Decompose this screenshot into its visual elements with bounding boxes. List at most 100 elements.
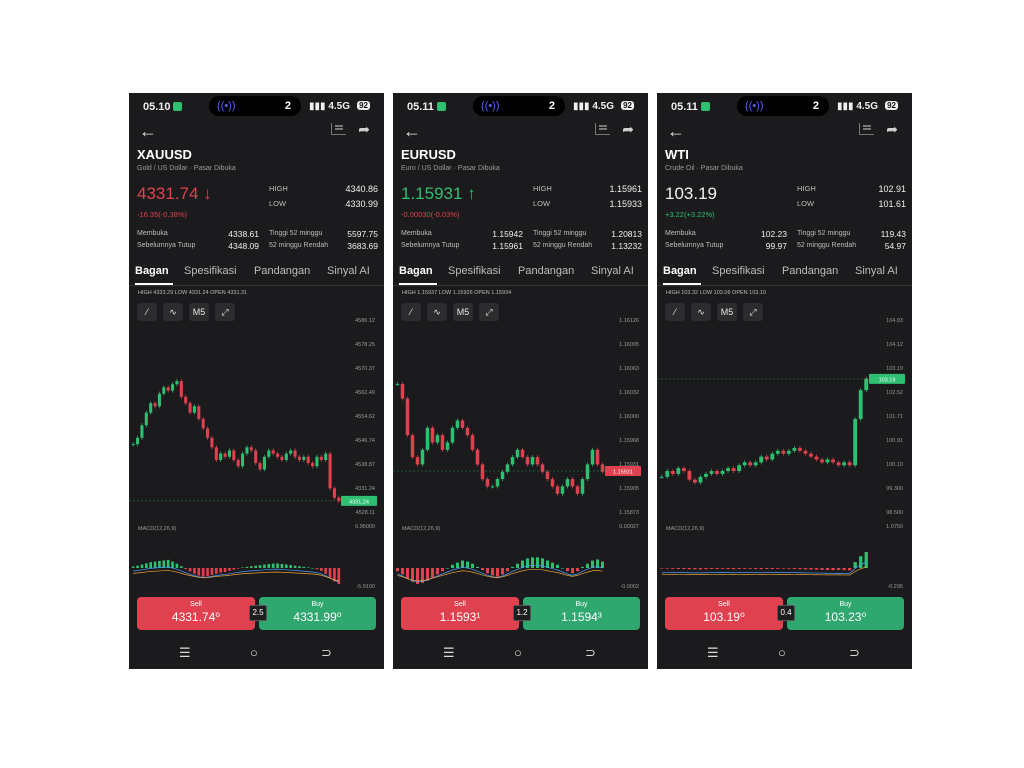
sell-button[interactable]: Sell 103.19⁰ xyxy=(665,597,783,630)
high-value: 4340.86 xyxy=(345,184,378,194)
price-value: 103.19 xyxy=(665,184,717,203)
macd-histogram-bar xyxy=(245,566,249,568)
price-arrow-icon: ↓ xyxy=(203,184,212,203)
low-label: LOW xyxy=(797,199,815,208)
candle-body xyxy=(262,456,266,470)
macd-histogram-bar xyxy=(481,568,484,571)
macd-histogram-bar xyxy=(302,566,306,568)
back-nav-icon[interactable]: ⊃ xyxy=(585,645,596,661)
tab-pandangan[interactable]: Pandangan xyxy=(782,265,838,277)
macd-histogram-bar xyxy=(158,561,161,568)
candle-body xyxy=(858,390,863,420)
macd-histogram-bar xyxy=(536,557,539,568)
candle-body xyxy=(595,449,600,465)
candle-body xyxy=(470,435,475,450)
system-nav-bar: ☰ ○ ⊃ xyxy=(393,645,648,665)
home-icon[interactable]: ○ xyxy=(250,645,258,660)
recent-apps-icon[interactable]: ☰ xyxy=(707,645,719,661)
tab-pandangan[interactable]: Pandangan xyxy=(254,265,310,277)
candle-body xyxy=(315,456,319,467)
price-chart[interactable]: 104.93 104.12 103.19 102.52 101.71 100.91 100.… xyxy=(657,308,912,593)
candle-body xyxy=(258,463,262,470)
low-value: 101.61 xyxy=(878,199,906,209)
price-change: -0.00030(-0.03%) xyxy=(401,210,460,219)
tab-spesifikasi[interactable]: Spesifikasi xyxy=(448,265,501,277)
macd-histogram-bar xyxy=(131,566,135,568)
share-icon[interactable]: ➦ xyxy=(358,121,370,138)
macd-histogram-bar xyxy=(175,563,179,568)
instrument-symbol: XAUUSD xyxy=(137,147,192,162)
chart-settings-icon[interactable] xyxy=(859,123,874,135)
tab-spesifikasi[interactable]: Spesifikasi xyxy=(184,265,237,277)
share-icon[interactable]: ➦ xyxy=(886,121,898,138)
candle-body xyxy=(415,457,420,465)
y-axis-tick-label: 1.16000 xyxy=(619,414,639,420)
chart-settings-icon[interactable] xyxy=(595,123,610,135)
candle-body xyxy=(585,464,590,480)
open-label: Membuka xyxy=(137,230,168,237)
back-nav-icon[interactable]: ⊃ xyxy=(849,645,860,661)
tab-spesifikasi[interactable]: Spesifikasi xyxy=(712,265,765,277)
battery-indicator: 92 xyxy=(621,101,634,110)
tab-bagan[interactable]: Bagan xyxy=(663,265,697,277)
candle-body xyxy=(836,462,841,466)
candle-body xyxy=(692,479,697,483)
back-arrow-icon[interactable]: ← xyxy=(403,121,421,142)
y-axis-tick-label: 1.16063 xyxy=(619,366,639,372)
broadcast-icon: ((•)) xyxy=(745,100,764,112)
sell-button[interactable]: Sell 4331.74⁰ xyxy=(137,597,255,630)
app-notification-icon xyxy=(173,102,182,111)
candle-body xyxy=(405,398,410,436)
tab-pandangan[interactable]: Pandangan xyxy=(518,265,574,277)
macd-histogram-bar xyxy=(814,568,819,570)
macd-histogram-bar xyxy=(803,568,808,570)
system-nav-bar: ☰ ○ ⊃ xyxy=(129,645,384,665)
tab-bagan[interactable]: Bagan xyxy=(399,265,433,277)
back-arrow-icon[interactable]: ← xyxy=(667,121,685,142)
macd-histogram-bar xyxy=(263,564,266,568)
price-chart[interactable]: 4586.12 4578.25 4570.37 4562.49 4554.62 4546.… xyxy=(129,308,384,593)
tab-sinyal-ai[interactable]: Sinyal AI xyxy=(591,265,634,277)
spread-badge: 0.4 xyxy=(777,605,795,621)
current-price: 1.15931 ↑ xyxy=(401,184,476,204)
y-axis-tick-label: 99.300 xyxy=(886,486,903,492)
home-icon[interactable]: ○ xyxy=(778,645,786,660)
candle-body xyxy=(480,464,485,480)
recent-apps-icon[interactable]: ☰ xyxy=(443,645,455,661)
tab-sinyal-ai[interactable]: Sinyal AI xyxy=(327,265,370,277)
candle-body xyxy=(770,453,775,460)
candle-body xyxy=(297,456,301,460)
share-icon[interactable]: ➦ xyxy=(622,121,634,138)
candle-body xyxy=(188,403,192,413)
candle-body xyxy=(475,449,480,465)
macd-histogram-bar xyxy=(501,568,504,575)
macd-histogram-bar xyxy=(864,552,868,568)
network-indicator: ▮▮▮ 4.5G xyxy=(837,101,878,112)
buy-button[interactable]: Buy 103.23⁰ xyxy=(787,597,904,630)
y-axis-tick-label: 104.93 xyxy=(886,318,903,324)
back-nav-icon[interactable]: ⊃ xyxy=(321,645,332,661)
low-52w-label: 52 minggu Rendah xyxy=(533,242,593,249)
home-icon[interactable]: ○ xyxy=(514,645,522,660)
y-axis-tick-label: 1.16095 xyxy=(619,342,639,348)
macd-histogram-bar xyxy=(556,564,559,568)
macd-histogram-bar xyxy=(704,568,708,570)
buy-button[interactable]: Buy 1.1594³ xyxy=(523,597,640,630)
candle-body xyxy=(192,406,196,413)
price-chart[interactable]: 1.16126 1.16095 1.16063 1.16032 1.16000 1.159… xyxy=(393,308,648,593)
sell-button[interactable]: Sell 1.1593¹ xyxy=(401,597,519,630)
status-time: 05.11 xyxy=(671,101,698,113)
candle-body xyxy=(455,420,460,428)
recent-apps-icon[interactable]: ☰ xyxy=(179,645,191,661)
macd-histogram-bar xyxy=(737,568,741,570)
high-value: 102.91 xyxy=(878,184,906,194)
candle-body xyxy=(753,462,758,466)
macd-histogram-bar xyxy=(576,568,579,572)
candle-body xyxy=(465,427,470,436)
chart-settings-icon[interactable] xyxy=(331,123,346,135)
candle-body xyxy=(332,488,336,498)
back-arrow-icon[interactable]: ← xyxy=(139,121,157,142)
tab-bagan[interactable]: Bagan xyxy=(135,265,169,277)
tab-sinyal-ai[interactable]: Sinyal AI xyxy=(855,265,898,277)
buy-button[interactable]: Buy 4331.99⁰ xyxy=(259,597,376,630)
